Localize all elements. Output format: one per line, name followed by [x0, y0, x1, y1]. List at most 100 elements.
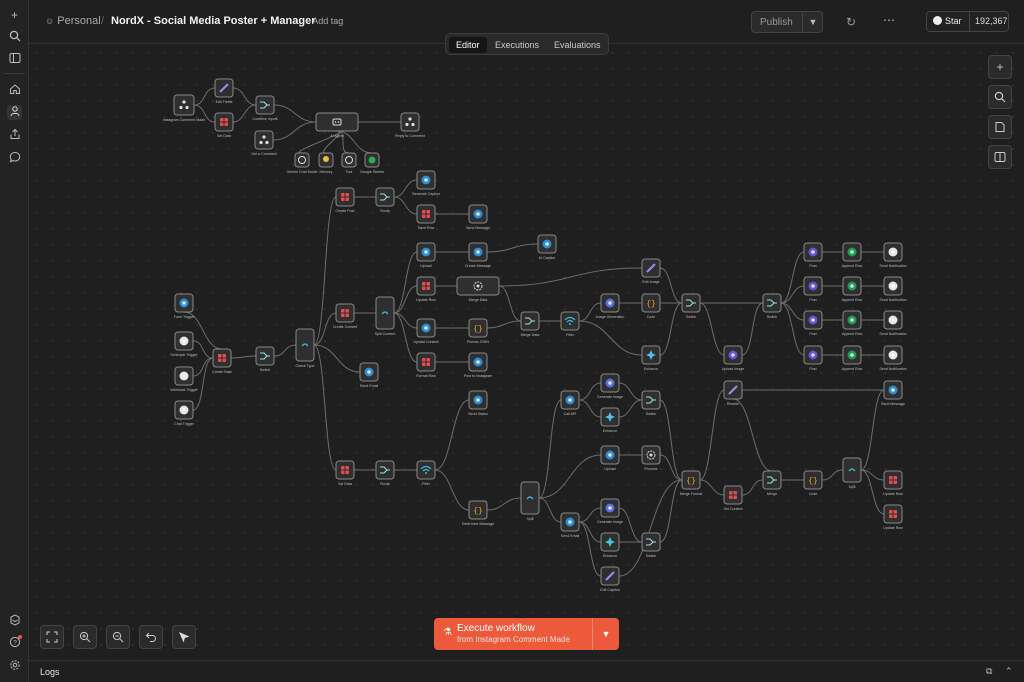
node-post-instagram[interactable]: Post to Instagram [464, 352, 492, 378]
edge[interactable] [618, 479, 683, 577]
node-lower-img1[interactable]: Generate Image [597, 373, 623, 399]
node-ai-caption[interactable]: AI Caption [537, 234, 557, 260]
node-box[interactable] [375, 296, 395, 330]
node-lower-sw2[interactable]: Merge [762, 470, 782, 496]
node-send-email[interactable]: Send Email [359, 362, 379, 388]
edge[interactable] [313, 196, 337, 346]
node-post-4[interactable]: Post [803, 345, 823, 371]
node-lower-code[interactable]: {} Merge Format [680, 470, 703, 496]
node-split-content[interactable]: Split Content [375, 296, 396, 336]
node-send-final[interactable]: Send Message [881, 380, 905, 406]
node-post-1[interactable]: Post [803, 242, 823, 268]
node-switch-main[interactable]: Switch [255, 346, 275, 372]
node-ai-agent[interactable]: AI Agent [315, 112, 359, 138]
node-edit-image[interactable]: Edit Image [641, 258, 661, 284]
edge[interactable] [313, 344, 337, 471]
node-get-comment[interactable]: Get a Comment [251, 130, 277, 156]
node-set-data[interactable]: Set Data [214, 112, 234, 138]
sticky-note-button[interactable] [988, 115, 1012, 139]
tab-evaluations[interactable]: Evaluations [547, 37, 608, 53]
node-filter[interactable]: Filter [560, 311, 580, 337]
edge[interactable] [273, 104, 317, 123]
node-bottom-pen[interactable]: Edit Caption [600, 566, 620, 592]
node-merge-data[interactable]: Merge Data [456, 276, 500, 302]
edge[interactable] [699, 389, 725, 481]
edge[interactable] [699, 479, 725, 496]
node-gen-caption[interactable]: Generate Caption [412, 170, 440, 196]
edge[interactable] [780, 285, 805, 304]
node-trigger-form[interactable]: Form Trigger [174, 293, 195, 319]
node-upload-2[interactable]: Upload Content [414, 318, 439, 344]
edge[interactable] [860, 469, 885, 515]
edge[interactable] [193, 87, 216, 106]
edge[interactable] [272, 121, 317, 141]
node-bottom-switch[interactable]: Switch [641, 532, 661, 558]
node-bottom-spark[interactable]: Enhance [600, 532, 620, 558]
node-lower-split[interactable]: Split [520, 481, 540, 521]
node-sheet-1[interactable]: Append Row [842, 242, 863, 268]
node-lower-g1[interactable]: Update Row [883, 470, 903, 496]
edge[interactable] [486, 243, 539, 253]
node-check-type[interactable]: Check Type [295, 328, 315, 368]
node-notify-1[interactable]: Send Notification [879, 242, 907, 268]
node-trigger-webhook[interactable]: Webhook Trigger [170, 366, 198, 392]
fit-view-button[interactable] [40, 625, 64, 649]
edge[interactable] [780, 302, 805, 321]
node-upload-1[interactable]: Upload [416, 242, 436, 268]
edge[interactable] [434, 469, 470, 511]
node-box[interactable] [520, 311, 540, 331]
node-notify-4[interactable]: Send Notification [879, 345, 907, 371]
node-box[interactable] [294, 152, 310, 168]
node-code-1[interactable]: {} Code [641, 293, 661, 319]
node-lower-msg[interactable]: {} Determine Message [462, 500, 494, 526]
edge[interactable] [393, 285, 418, 314]
node-box[interactable] [681, 293, 701, 313]
edge[interactable] [538, 497, 562, 523]
edge[interactable] [192, 357, 214, 377]
panel-toggle-button[interactable] [988, 145, 1012, 169]
edge[interactable] [618, 507, 643, 543]
chevron-up-icon[interactable]: ⌃ [1005, 666, 1013, 677]
edge[interactable] [230, 355, 257, 359]
search-nodes-button[interactable] [988, 85, 1012, 109]
edge[interactable] [732, 398, 773, 472]
node-edit-fields[interactable]: Edit Fields [214, 78, 234, 104]
edge[interactable] [741, 479, 764, 496]
node-route-a[interactable]: Route [375, 187, 395, 213]
node-chat-model[interactable]: Gemini Chat Model [287, 152, 318, 174]
node-lower-g2[interactable]: Update Row [883, 504, 903, 530]
node-lower-spark[interactable]: Enhance [600, 407, 620, 433]
node-post-2[interactable]: Post [803, 276, 823, 302]
node-lower-c[interactable]: Filter [416, 460, 436, 486]
node-switch-b[interactable]: Switch [681, 293, 701, 319]
edge[interactable] [699, 302, 725, 356]
edge[interactable] [659, 479, 683, 543]
node-create-msg[interactable]: Create Message [465, 242, 491, 268]
edge[interactable] [578, 521, 602, 543]
edge[interactable] [578, 320, 643, 356]
node-tool-2[interactable]: Google Sheets [360, 152, 384, 174]
edge[interactable] [578, 399, 602, 418]
chevron-down-icon[interactable]: ▼ [592, 618, 619, 650]
node-create-content[interactable]: Create Content [333, 303, 357, 329]
edge[interactable] [741, 302, 764, 356]
node-box[interactable] [375, 460, 395, 480]
logs-panel-bar[interactable]: Logs ⧉ ⌃ [29, 660, 1024, 682]
node-box[interactable] [641, 532, 661, 552]
node-combine[interactable]: Combine Inputs [252, 95, 278, 121]
node-format-json[interactable]: {} Format JSON [467, 318, 489, 344]
edge[interactable] [393, 196, 418, 215]
undo-button[interactable] [139, 625, 163, 649]
selection-mode-button[interactable] [172, 625, 196, 649]
node-switch-c[interactable]: Switch [762, 293, 782, 319]
node-lower-b[interactable]: Route [375, 460, 395, 486]
node-sheet-2[interactable]: Append Row [842, 276, 863, 302]
node-box[interactable] [400, 112, 420, 132]
edge[interactable] [273, 344, 297, 357]
edge[interactable] [498, 285, 522, 322]
node-box[interactable] [842, 457, 862, 483]
node-box[interactable] [762, 470, 782, 490]
node-merge-main[interactable]: Merge Data [520, 311, 540, 337]
add-node-button[interactable]: + [988, 55, 1012, 79]
tab-editor[interactable]: Editor [449, 37, 487, 53]
